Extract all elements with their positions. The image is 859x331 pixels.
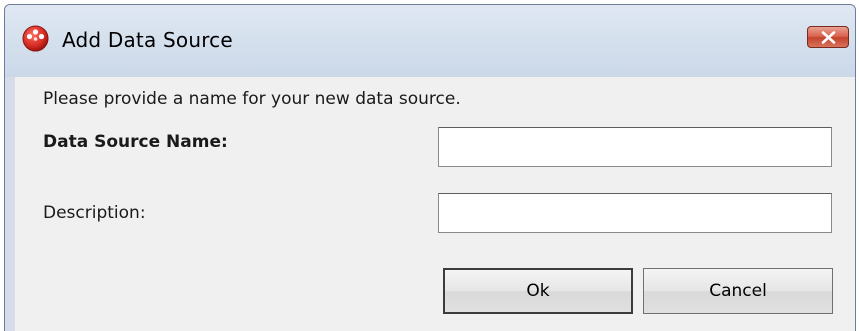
data-source-name-label: Data Source Name: [43,132,228,152]
close-icon [821,31,836,44]
cancel-button[interactable]: Cancel [643,268,833,314]
description-label: Description: [43,203,146,223]
dialog-window: Add Data Source Please provide a name fo… [4,4,856,331]
ok-button[interactable]: Ok [443,268,633,314]
data-source-name-input[interactable] [438,127,832,167]
app-icon [22,25,49,52]
title-bar[interactable]: Add Data Source [5,5,855,77]
close-button[interactable] [807,26,849,48]
instruction-text: Please provide a name for your new data … [43,89,461,109]
description-input[interactable] [438,193,832,233]
window-title: Add Data Source [62,28,233,52]
